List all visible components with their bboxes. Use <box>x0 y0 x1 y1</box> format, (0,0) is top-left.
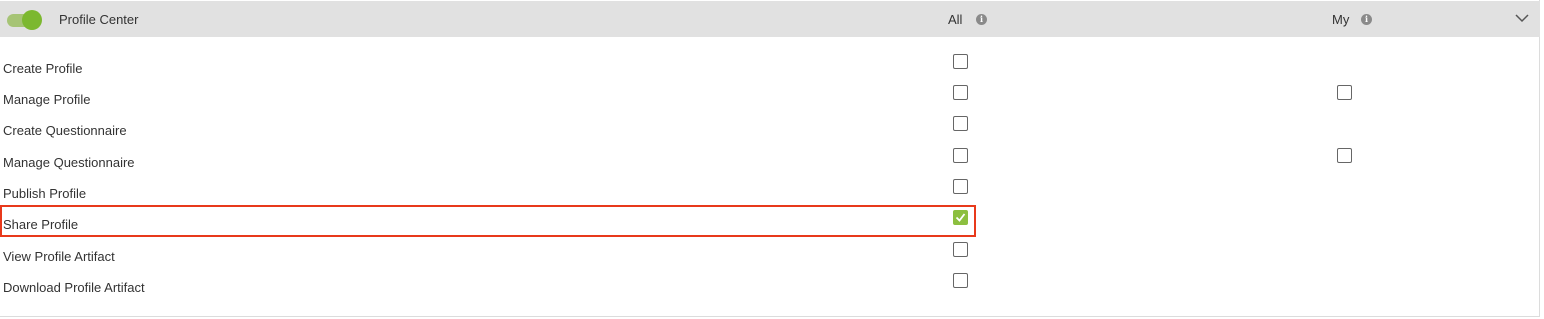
permission-label: Manage Profile <box>3 92 91 107</box>
permission-row: Create Questionnaire <box>0 114 1530 144</box>
section-title: Profile Center <box>59 12 139 27</box>
info-icon[interactable]: i <box>1361 14 1372 25</box>
permission-row: Manage Profile <box>0 83 1530 113</box>
chevron-down-icon[interactable] <box>1515 13 1529 23</box>
permission-label: Create Questionnaire <box>3 123 127 138</box>
all-checkbox[interactable] <box>953 54 968 69</box>
permission-row: Publish Profile <box>0 177 1530 207</box>
column-header-all: All <box>948 12 963 27</box>
permission-row: Manage Questionnaire <box>0 146 1530 176</box>
permission-label: Create Profile <box>3 61 83 76</box>
section-header: Profile Center All i My i <box>0 1 1540 37</box>
all-checkbox[interactable] <box>953 116 968 131</box>
column-header-my: My <box>1332 12 1350 27</box>
permission-row: Download Profile Artifact <box>0 271 1530 301</box>
info-icon[interactable]: i <box>976 14 987 25</box>
highlight-box <box>0 205 976 237</box>
permission-label: View Profile Artifact <box>3 249 115 264</box>
permission-label: Manage Questionnaire <box>3 155 135 170</box>
permission-label: Download Profile Artifact <box>3 280 145 295</box>
permission-row: Create Profile <box>0 52 1530 82</box>
my-checkbox[interactable] <box>1337 85 1352 100</box>
all-checkbox[interactable] <box>953 85 968 100</box>
all-checkbox[interactable] <box>953 179 968 194</box>
toggle-switch-icon[interactable] <box>7 10 42 30</box>
all-checkbox[interactable] <box>953 242 968 257</box>
toggle-knob <box>22 10 42 30</box>
my-checkbox[interactable] <box>1337 148 1352 163</box>
permission-row: View Profile Artifact <box>0 240 1530 270</box>
all-checkbox[interactable] <box>953 273 968 288</box>
permission-label: Publish Profile <box>3 186 87 201</box>
all-checkbox[interactable] <box>953 148 968 163</box>
